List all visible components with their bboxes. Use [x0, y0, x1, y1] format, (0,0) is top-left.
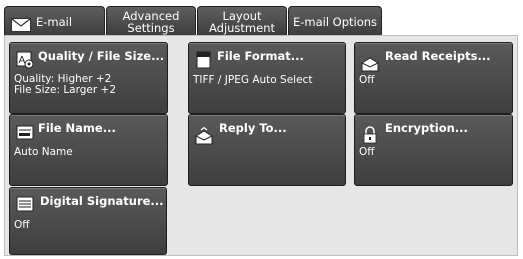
digital-signature-value: Off	[14, 219, 30, 231]
tab-layout-adjustment-label: Layout Adjustment	[208, 8, 276, 35]
tab-layout-adjustment[interactable]: Layout Adjustment	[197, 6, 287, 36]
digital-signature-button[interactable]: Digital Signature... Off	[9, 187, 167, 255]
tab-advanced-settings-label: Advanced Settings	[122, 8, 180, 35]
file-format-value: TIFF / JPEG Auto Select	[193, 74, 313, 86]
file-name-title: File Name...	[38, 121, 116, 135]
email-options-screen: E-mail Advanced Settings Layout Adjustme…	[0, 0, 523, 259]
reply-to-icon	[195, 127, 213, 145]
encryption-title: Encryption...	[385, 121, 468, 135]
tab-advanced-settings[interactable]: Advanced Settings	[106, 6, 196, 36]
file-format-icon	[196, 51, 211, 69]
file-name-value: Auto Name	[14, 146, 73, 158]
tab-email-options[interactable]: E-mail Options	[288, 6, 382, 36]
file-size-value: File Size: Larger +2	[14, 84, 117, 96]
file-format-button[interactable]: File Format... TIFF / JPEG Auto Select	[188, 42, 346, 114]
digital-signature-title: Digital Signature...	[40, 194, 164, 208]
quality-file-size-icon: A	[16, 51, 34, 69]
reply-to-title: Reply To...	[219, 121, 287, 135]
options-panel: A Quality / File Size... Quality: Higher…	[4, 35, 518, 256]
file-name-button[interactable]: File Name... Auto Name	[9, 114, 168, 186]
file-format-title: File Format...	[217, 49, 304, 63]
encryption-button[interactable]: Encryption... Off	[354, 114, 513, 186]
envelope-icon	[11, 17, 31, 32]
svg-text:A: A	[19, 55, 26, 66]
tab-email-options-label: E-mail Options	[292, 14, 378, 29]
tab-email-label: E-mail	[36, 14, 73, 29]
read-receipts-icon	[361, 57, 379, 72]
digital-signature-icon	[16, 196, 34, 212]
quality-file-size-button[interactable]: A Quality / File Size... Quality: Higher…	[9, 42, 168, 114]
lock-icon	[363, 126, 377, 144]
read-receipts-button[interactable]: Read Receipts... Off	[354, 42, 513, 114]
quality-file-size-title: Quality / File Size...	[38, 49, 165, 63]
read-receipts-title: Read Receipts...	[385, 49, 491, 63]
file-name-icon	[16, 125, 34, 140]
reply-to-button[interactable]: Reply To...	[188, 114, 346, 186]
encryption-value: Off	[359, 146, 375, 158]
read-receipts-value: Off	[359, 74, 375, 86]
tab-email[interactable]: E-mail	[4, 6, 105, 36]
